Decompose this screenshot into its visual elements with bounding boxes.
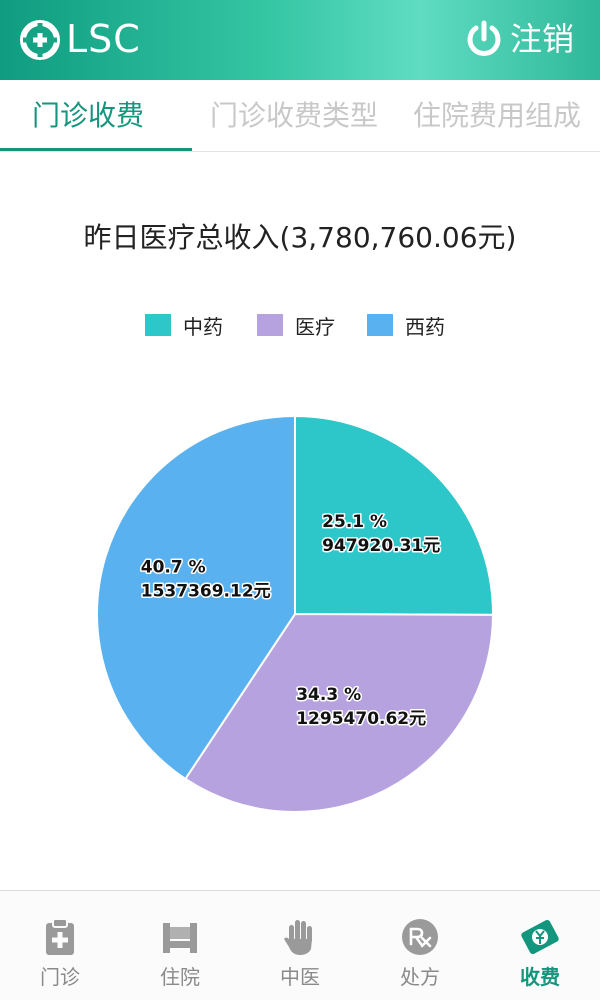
tab-inpatient-cost-composition[interactable]: 住院费用组成 — [413, 80, 581, 152]
nav-item-outpatient[interactable]: 门诊 — [0, 891, 120, 1000]
pie-percent-label: 34.3 % — [296, 685, 361, 705]
nav-item-fees[interactable]: 收费 — [480, 891, 600, 1000]
legend-swatch — [257, 314, 283, 336]
clipboard-icon — [46, 918, 74, 955]
pie-value-label: 1537369.12元 — [141, 582, 271, 602]
tab-divider — [0, 151, 600, 152]
legend-item-western-medicine[interactable]: 西药 — [367, 308, 445, 342]
tab-outpatient-fees[interactable]: 门诊收费 — [32, 80, 144, 152]
bottom-nav: 门诊 住院 中医 处方 收费 — [0, 891, 600, 1000]
nav-label: 中医 — [280, 965, 320, 989]
legend-swatch — [367, 314, 393, 336]
legend-item-medical-treatment[interactable]: 医疗 — [257, 308, 335, 342]
legend-swatch — [145, 314, 171, 336]
nav-label: 住院 — [160, 965, 200, 989]
pie-value-label: 947920.31元 — [322, 536, 440, 556]
logout-label: 注销 — [509, 20, 574, 58]
power-icon — [467, 20, 501, 56]
rx-icon — [402, 919, 438, 955]
tab-outpatient-fee-types[interactable]: 门诊收费类型 — [210, 80, 378, 152]
pie-percent-label: 25.1 % — [322, 512, 387, 532]
logo-icon — [20, 20, 60, 60]
chart-title: 昨日医疗总收入(3,780,760.06元) — [83, 221, 517, 254]
nav-item-inpatient[interactable]: 住院 — [120, 891, 240, 1000]
pie-value-label: 1295470.62元 — [296, 709, 426, 729]
pie-percent-label: 40.7 % — [141, 558, 206, 578]
app-header: LSC 注销 — [0, 0, 600, 80]
pie-chart: 25.1 % 947920.31元 34.3 % 1295470.62元 40.7 % 1… — [96, 414, 495, 813]
nav-label: 门诊 — [40, 965, 80, 989]
legend-label: 医疗 — [295, 314, 335, 339]
app-brand: LSC — [66, 17, 141, 61]
nav-label: 收费 — [520, 965, 560, 989]
nav-item-prescription[interactable]: 处方 — [360, 891, 480, 1000]
nav-item-tcm[interactable]: 中医 — [240, 891, 360, 1000]
hand-icon — [284, 920, 312, 955]
bed-icon — [163, 923, 197, 953]
money-icon — [521, 919, 559, 955]
legend-label: 中药 — [183, 314, 223, 339]
logout-button[interactable]: 注销 — [464, 14, 574, 64]
nav-label: 处方 — [400, 965, 440, 989]
chart-legend: 中药 医疗 西药 — [0, 308, 600, 342]
legend-label: 西药 — [405, 314, 445, 339]
tab-bar: 门诊收费 门诊收费类型 住院费用组成 — [0, 80, 600, 152]
legend-item-chinese-medicine[interactable]: 中药 — [145, 308, 223, 342]
